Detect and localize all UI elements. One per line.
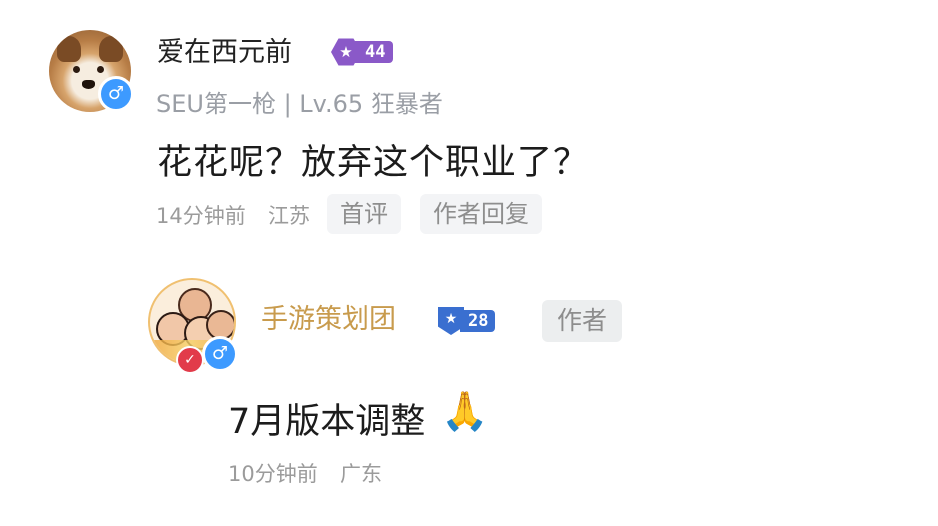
dog-eye	[73, 66, 80, 73]
pray-hands-icon: 🙏	[441, 389, 489, 433]
comment-location: 江苏	[268, 204, 310, 228]
user-subtitle: SEU第一枪 | Lv.65 狂暴者	[156, 90, 443, 118]
level-badge: ★ 44	[331, 38, 407, 66]
dog-ear	[99, 36, 123, 62]
comment-time: 14分钟前	[156, 204, 246, 228]
level-badge: ★ 28	[438, 307, 508, 335]
author-replied-tag: 作者回复	[420, 194, 542, 234]
comment-username[interactable]: 爱在西元前	[157, 30, 292, 69]
dog-eye	[97, 66, 104, 73]
level-number: 44	[355, 41, 394, 63]
dog-ear	[57, 36, 81, 62]
dog-nose	[82, 80, 95, 89]
male-gender-icon: ♂	[98, 76, 134, 112]
first-comment-tag: 首评	[327, 194, 401, 234]
comment-text: 花花呢？放弃这个职业了？	[157, 143, 590, 183]
reply-text: 7月版本调整	[228, 402, 426, 442]
reply-username[interactable]: 手游策划团	[261, 297, 396, 336]
reply-time: 10分钟前	[228, 462, 318, 486]
reply-location: 广东	[340, 462, 382, 486]
level-number: 28	[460, 310, 496, 332]
male-gender-icon: ♂	[202, 336, 238, 372]
verified-icon: ✓	[176, 346, 204, 374]
author-tag: 作者	[542, 300, 623, 342]
